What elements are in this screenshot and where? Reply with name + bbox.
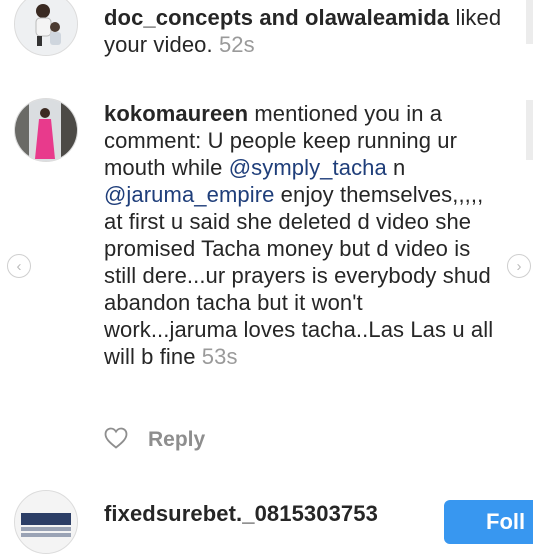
heart-outline-icon[interactable] [104, 427, 128, 454]
post-thumbnail[interactable] [526, 0, 533, 44]
user-avatar[interactable] [14, 98, 78, 162]
reply-row: Reply [104, 424, 205, 456]
avatar-photo-icon [15, 99, 77, 161]
mention-link[interactable]: @symply_tacha [229, 155, 387, 180]
follow-button[interactable]: Foll [444, 500, 533, 544]
user-avatar[interactable] [14, 490, 78, 554]
chevron-right-icon[interactable]: › [507, 254, 531, 278]
chevron-left-icon[interactable]: ‹ [7, 254, 31, 278]
post-thumbnail[interactable] [526, 100, 533, 160]
avatar-photo-icon [15, 491, 77, 553]
comment-text: enjoy themselves,,,,, at first u said sh… [104, 182, 494, 369]
username[interactable]: fixedsurebet._0815303753 [104, 501, 378, 526]
timestamp: 52s [218, 32, 255, 57]
user-avatar[interactable] [14, 0, 78, 56]
timestamp: 53s [201, 344, 238, 369]
reply-button[interactable]: Reply [148, 428, 205, 452]
notification-text: kokomaureen mentioned you in a comment: … [104, 100, 496, 370]
comment-text: n [386, 155, 406, 180]
usernames[interactable]: doc_concepts and olawaleamida [104, 5, 449, 30]
avatar-photo-icon [15, 0, 77, 55]
mention-link[interactable]: @jaruma_empire [104, 182, 274, 207]
notification-text: doc_concepts and olawaleamida liked your… [104, 4, 524, 58]
username[interactable]: kokomaureen [104, 101, 248, 126]
notification-text: fixedsurebet._0815303753 [104, 500, 444, 527]
